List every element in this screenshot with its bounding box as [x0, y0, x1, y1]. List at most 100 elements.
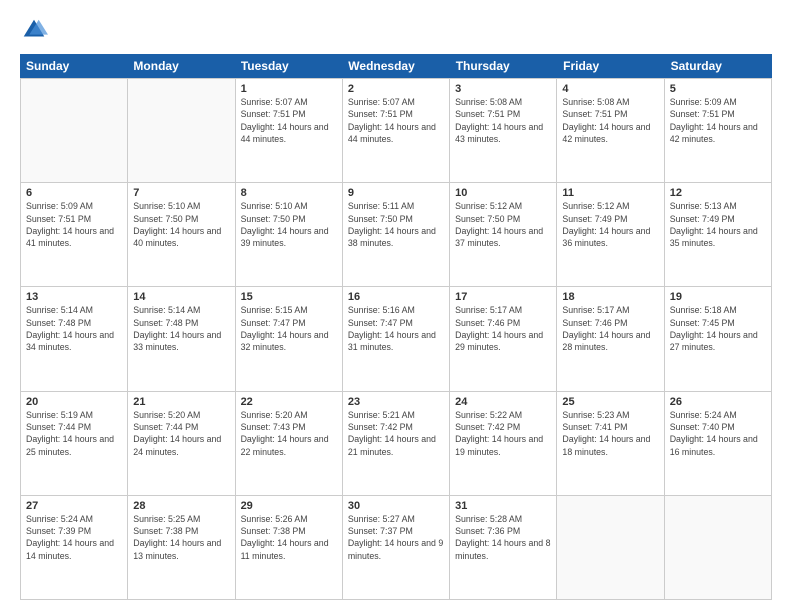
day-info: Sunrise: 5:17 AM Sunset: 7:46 PM Dayligh…: [562, 304, 658, 353]
calendar-cell: 10Sunrise: 5:12 AM Sunset: 7:50 PM Dayli…: [450, 183, 557, 287]
day-number: 14: [133, 291, 229, 303]
day-number: 26: [670, 396, 766, 408]
calendar-cell: 5Sunrise: 5:09 AM Sunset: 7:51 PM Daylig…: [665, 79, 772, 183]
day-info: Sunrise: 5:19 AM Sunset: 7:44 PM Dayligh…: [26, 409, 122, 458]
day-number: 22: [241, 396, 337, 408]
day-info: Sunrise: 5:20 AM Sunset: 7:43 PM Dayligh…: [241, 409, 337, 458]
calendar-cell: 4Sunrise: 5:08 AM Sunset: 7:51 PM Daylig…: [557, 79, 664, 183]
weekday-header: Friday: [557, 54, 664, 78]
day-number: 15: [241, 291, 337, 303]
day-number: 8: [241, 187, 337, 199]
calendar-cell: 23Sunrise: 5:21 AM Sunset: 7:42 PM Dayli…: [343, 392, 450, 496]
calendar-cell: 29Sunrise: 5:26 AM Sunset: 7:38 PM Dayli…: [236, 496, 343, 600]
day-info: Sunrise: 5:26 AM Sunset: 7:38 PM Dayligh…: [241, 513, 337, 562]
logo-icon: [20, 16, 48, 44]
day-number: 20: [26, 396, 122, 408]
day-info: Sunrise: 5:10 AM Sunset: 7:50 PM Dayligh…: [133, 200, 229, 249]
day-number: 12: [670, 187, 766, 199]
day-info: Sunrise: 5:28 AM Sunset: 7:36 PM Dayligh…: [455, 513, 551, 562]
day-number: 1: [241, 83, 337, 95]
calendar-cell: 12Sunrise: 5:13 AM Sunset: 7:49 PM Dayli…: [665, 183, 772, 287]
day-number: 27: [26, 500, 122, 512]
day-number: 5: [670, 83, 766, 95]
day-info: Sunrise: 5:22 AM Sunset: 7:42 PM Dayligh…: [455, 409, 551, 458]
day-number: 16: [348, 291, 444, 303]
calendar-cell: 16Sunrise: 5:16 AM Sunset: 7:47 PM Dayli…: [343, 287, 450, 391]
day-number: 18: [562, 291, 658, 303]
calendar-cell: 11Sunrise: 5:12 AM Sunset: 7:49 PM Dayli…: [557, 183, 664, 287]
calendar-cell: 18Sunrise: 5:17 AM Sunset: 7:46 PM Dayli…: [557, 287, 664, 391]
header: [20, 16, 772, 44]
calendar-cell: 30Sunrise: 5:27 AM Sunset: 7:37 PM Dayli…: [343, 496, 450, 600]
calendar-cell: [665, 496, 772, 600]
calendar-row: 13Sunrise: 5:14 AM Sunset: 7:48 PM Dayli…: [21, 287, 772, 391]
day-number: 25: [562, 396, 658, 408]
weekday-header: Tuesday: [235, 54, 342, 78]
calendar-cell: 14Sunrise: 5:14 AM Sunset: 7:48 PM Dayli…: [128, 287, 235, 391]
day-info: Sunrise: 5:15 AM Sunset: 7:47 PM Dayligh…: [241, 304, 337, 353]
weekday-header: Sunday: [20, 54, 127, 78]
day-info: Sunrise: 5:21 AM Sunset: 7:42 PM Dayligh…: [348, 409, 444, 458]
day-info: Sunrise: 5:24 AM Sunset: 7:39 PM Dayligh…: [26, 513, 122, 562]
day-info: Sunrise: 5:17 AM Sunset: 7:46 PM Dayligh…: [455, 304, 551, 353]
calendar-cell: 2Sunrise: 5:07 AM Sunset: 7:51 PM Daylig…: [343, 79, 450, 183]
calendar-cell: 15Sunrise: 5:15 AM Sunset: 7:47 PM Dayli…: [236, 287, 343, 391]
day-number: 9: [348, 187, 444, 199]
calendar-body: 1Sunrise: 5:07 AM Sunset: 7:51 PM Daylig…: [20, 78, 772, 600]
day-info: Sunrise: 5:16 AM Sunset: 7:47 PM Dayligh…: [348, 304, 444, 353]
calendar-cell: 31Sunrise: 5:28 AM Sunset: 7:36 PM Dayli…: [450, 496, 557, 600]
day-info: Sunrise: 5:12 AM Sunset: 7:49 PM Dayligh…: [562, 200, 658, 249]
day-number: 23: [348, 396, 444, 408]
weekday-header: Saturday: [665, 54, 772, 78]
day-number: 28: [133, 500, 229, 512]
day-number: 11: [562, 187, 658, 199]
day-info: Sunrise: 5:09 AM Sunset: 7:51 PM Dayligh…: [26, 200, 122, 249]
calendar-cell: 3Sunrise: 5:08 AM Sunset: 7:51 PM Daylig…: [450, 79, 557, 183]
calendar-row: 27Sunrise: 5:24 AM Sunset: 7:39 PM Dayli…: [21, 496, 772, 600]
day-info: Sunrise: 5:10 AM Sunset: 7:50 PM Dayligh…: [241, 200, 337, 249]
day-number: 24: [455, 396, 551, 408]
calendar-cell: 9Sunrise: 5:11 AM Sunset: 7:50 PM Daylig…: [343, 183, 450, 287]
day-info: Sunrise: 5:11 AM Sunset: 7:50 PM Dayligh…: [348, 200, 444, 249]
day-number: 17: [455, 291, 551, 303]
day-info: Sunrise: 5:25 AM Sunset: 7:38 PM Dayligh…: [133, 513, 229, 562]
day-number: 31: [455, 500, 551, 512]
day-info: Sunrise: 5:27 AM Sunset: 7:37 PM Dayligh…: [348, 513, 444, 562]
day-info: Sunrise: 5:08 AM Sunset: 7:51 PM Dayligh…: [562, 96, 658, 145]
day-info: Sunrise: 5:14 AM Sunset: 7:48 PM Dayligh…: [133, 304, 229, 353]
day-number: 29: [241, 500, 337, 512]
calendar-cell: 21Sunrise: 5:20 AM Sunset: 7:44 PM Dayli…: [128, 392, 235, 496]
calendar-cell: 7Sunrise: 5:10 AM Sunset: 7:50 PM Daylig…: [128, 183, 235, 287]
day-info: Sunrise: 5:07 AM Sunset: 7:51 PM Dayligh…: [348, 96, 444, 145]
day-number: 7: [133, 187, 229, 199]
day-number: 4: [562, 83, 658, 95]
calendar-cell: 1Sunrise: 5:07 AM Sunset: 7:51 PM Daylig…: [236, 79, 343, 183]
calendar-header: SundayMondayTuesdayWednesdayThursdayFrid…: [20, 54, 772, 78]
day-number: 30: [348, 500, 444, 512]
calendar-cell: 8Sunrise: 5:10 AM Sunset: 7:50 PM Daylig…: [236, 183, 343, 287]
calendar-cell: 24Sunrise: 5:22 AM Sunset: 7:42 PM Dayli…: [450, 392, 557, 496]
day-info: Sunrise: 5:07 AM Sunset: 7:51 PM Dayligh…: [241, 96, 337, 145]
day-info: Sunrise: 5:12 AM Sunset: 7:50 PM Dayligh…: [455, 200, 551, 249]
day-number: 21: [133, 396, 229, 408]
calendar-cell: 28Sunrise: 5:25 AM Sunset: 7:38 PM Dayli…: [128, 496, 235, 600]
day-info: Sunrise: 5:09 AM Sunset: 7:51 PM Dayligh…: [670, 96, 766, 145]
calendar-cell: 20Sunrise: 5:19 AM Sunset: 7:44 PM Dayli…: [21, 392, 128, 496]
calendar: SundayMondayTuesdayWednesdayThursdayFrid…: [20, 54, 772, 600]
calendar-cell: [21, 79, 128, 183]
calendar-cell: [557, 496, 664, 600]
day-info: Sunrise: 5:13 AM Sunset: 7:49 PM Dayligh…: [670, 200, 766, 249]
weekday-header: Monday: [127, 54, 234, 78]
weekday-header: Wednesday: [342, 54, 449, 78]
calendar-cell: 6Sunrise: 5:09 AM Sunset: 7:51 PM Daylig…: [21, 183, 128, 287]
logo: [20, 16, 52, 44]
weekday-header: Thursday: [450, 54, 557, 78]
calendar-cell: [128, 79, 235, 183]
calendar-cell: 27Sunrise: 5:24 AM Sunset: 7:39 PM Dayli…: [21, 496, 128, 600]
day-info: Sunrise: 5:23 AM Sunset: 7:41 PM Dayligh…: [562, 409, 658, 458]
day-number: 10: [455, 187, 551, 199]
calendar-cell: 13Sunrise: 5:14 AM Sunset: 7:48 PM Dayli…: [21, 287, 128, 391]
day-number: 19: [670, 291, 766, 303]
calendar-row: 20Sunrise: 5:19 AM Sunset: 7:44 PM Dayli…: [21, 392, 772, 496]
page: SundayMondayTuesdayWednesdayThursdayFrid…: [0, 0, 792, 612]
